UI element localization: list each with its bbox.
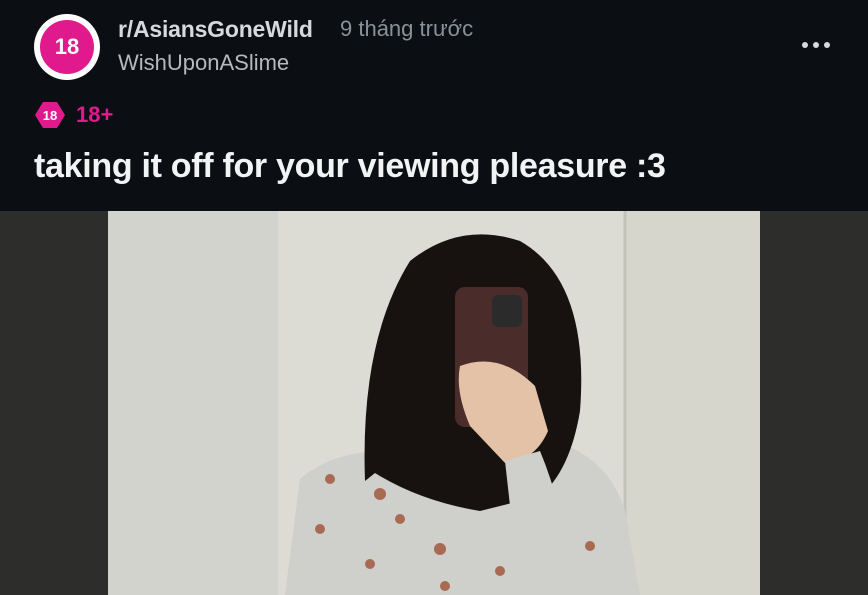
post-image[interactable] xyxy=(0,211,868,595)
post-photo xyxy=(0,211,868,595)
subreddit-name[interactable]: r/AsiansGoneWild xyxy=(118,16,313,43)
post-timestamp: 9 tháng trước xyxy=(340,16,474,41)
photo-door xyxy=(625,211,760,595)
nsfw-tag: 18 18+ xyxy=(34,100,113,130)
subreddit-avatar[interactable]: 18 xyxy=(34,14,100,80)
photo-phone-camera xyxy=(492,295,522,327)
post-author[interactable]: WishUponASlime xyxy=(118,50,289,76)
nsfw-label: 18+ xyxy=(76,102,114,127)
nsfw-diamond-icon: 18 xyxy=(35,102,65,128)
nsfw-icon-text: 18 xyxy=(43,108,57,123)
subreddit-avatar-text: 18 xyxy=(54,34,80,59)
photo-wall-shade xyxy=(108,211,278,595)
post-title[interactable]: taking it off for your viewing pleasure … xyxy=(34,147,666,186)
more-horizontal-icon xyxy=(802,42,830,48)
post-header: 18 r/AsiansGoneWild 9 tháng trước WishUp… xyxy=(0,0,868,211)
more-options-button[interactable] xyxy=(796,30,836,60)
subreddit-avatar-badge: 18 xyxy=(40,20,94,74)
